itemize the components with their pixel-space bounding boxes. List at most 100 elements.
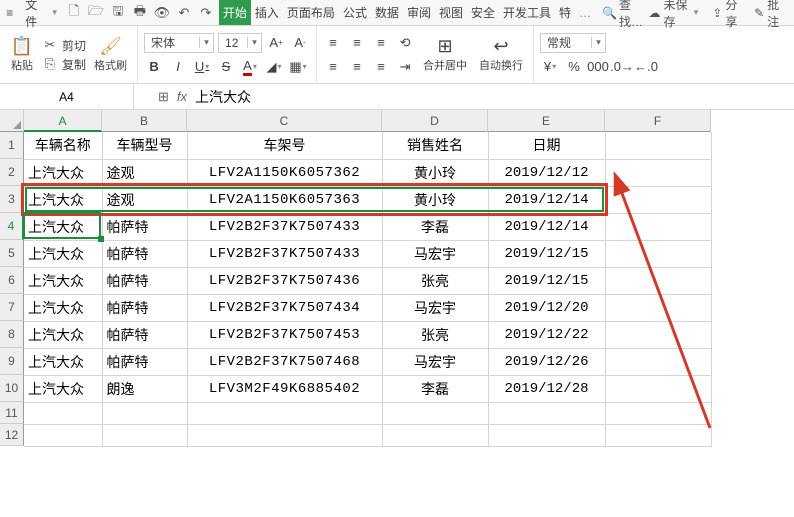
header-cell[interactable]: 日期 [488, 132, 605, 159]
row-header-11[interactable]: 11 [0, 402, 24, 424]
fx-dropdown-icon[interactable]: ⊞ [158, 89, 169, 105]
qat-print-icon[interactable]: 🖶 [131, 4, 149, 22]
cell[interactable]: 马宏宇 [382, 240, 488, 267]
cell[interactable]: 帕萨特 [102, 348, 187, 375]
cell[interactable] [488, 402, 605, 424]
cell[interactable]: LFV2B2F37K7507433 [187, 213, 382, 240]
cell[interactable]: LFV2B2F37K7507433 [187, 240, 382, 267]
cell[interactable]: 2019/12/22 [488, 321, 605, 348]
cell[interactable]: 2019/12/26 [488, 348, 605, 375]
cell[interactable]: 2019/12/20 [488, 294, 605, 321]
qat-open-icon[interactable]: 🗁 [87, 4, 105, 22]
header-cell[interactable]: 车架号 [187, 132, 382, 159]
unsaved-dropdown-icon[interactable]: ▾ [694, 7, 703, 18]
paste-button[interactable]: 📋 粘贴 [6, 35, 38, 75]
header-cell[interactable] [605, 132, 711, 159]
tab-insert[interactable]: 插入 [251, 0, 283, 25]
cell[interactable]: 上汽大众 [24, 348, 102, 375]
tab-data[interactable]: 数据 [371, 0, 403, 25]
increase-decimal-button[interactable]: .0→ [612, 57, 632, 77]
cell[interactable]: 途观 [102, 159, 187, 186]
cell[interactable]: 张亮 [382, 267, 488, 294]
cell[interactable]: 帕萨特 [102, 240, 187, 267]
qat-new-icon[interactable]: 🗋 [65, 4, 83, 22]
cell[interactable]: LFV2B2F37K7507453 [187, 321, 382, 348]
align-top-button[interactable]: ≡ [323, 33, 343, 53]
col-header-A[interactable]: A [24, 110, 102, 132]
cell[interactable] [605, 240, 711, 267]
row-header-2[interactable]: 2 [0, 159, 24, 186]
cell[interactable] [605, 375, 711, 402]
auto-wrap-button[interactable]: ↩ 自动换行 [475, 35, 527, 75]
shrink-font-button[interactable]: A- [290, 33, 310, 53]
cut-button[interactable]: ✂剪切 [42, 37, 86, 54]
cell[interactable]: 帕萨特 [102, 294, 187, 321]
cell[interactable]: 帕萨特 [102, 321, 187, 348]
cell[interactable]: 帕萨特 [102, 213, 187, 240]
cell[interactable] [488, 424, 605, 446]
cell[interactable]: 李磊 [382, 375, 488, 402]
cell[interactable]: 帕萨特 [102, 267, 187, 294]
row-header-1[interactable]: 1 [0, 132, 24, 159]
row-header-5[interactable]: 5 [0, 240, 24, 267]
cell[interactable]: 途观 [102, 186, 187, 213]
align-left-button[interactable]: ≡ [323, 57, 343, 77]
tab-home[interactable]: 开始 [219, 0, 251, 25]
italic-button[interactable]: I [168, 57, 188, 77]
cell[interactable]: 张亮 [382, 321, 488, 348]
cell[interactable] [24, 402, 102, 424]
formula-input[interactable]: 上汽大众 [195, 87, 251, 107]
cell[interactable]: 上汽大众 [24, 159, 102, 186]
cell[interactable] [605, 348, 711, 375]
cell[interactable]: LFV2B2F37K7507434 [187, 294, 382, 321]
select-all-corner[interactable] [0, 110, 24, 132]
align-bottom-button[interactable]: ≡ [371, 33, 391, 53]
sheet-table[interactable]: 车辆名称车辆型号车架号销售姓名日期上汽大众途观LFV2A1150K6057362… [24, 132, 712, 447]
qat-redo-icon[interactable]: ↷ [197, 4, 215, 22]
app-menu-icon[interactable]: ≡ [0, 6, 19, 20]
cell[interactable]: 2019/12/14 [488, 186, 605, 213]
name-box[interactable]: A4 [0, 84, 134, 109]
cell[interactable]: 2019/12/28 [488, 375, 605, 402]
tab-view[interactable]: 视图 [435, 0, 467, 25]
cell[interactable]: 上汽大众 [24, 240, 102, 267]
strike-button[interactable]: S [216, 57, 236, 77]
fx-icon[interactable]: fx [177, 89, 187, 104]
comment-button[interactable]: ✎ 批注 [754, 0, 786, 30]
cell[interactable] [605, 159, 711, 186]
cell[interactable]: 2019/12/12 [488, 159, 605, 186]
tab-extra[interactable]: 特 [555, 0, 575, 25]
cell[interactable]: 黄小玲 [382, 186, 488, 213]
cell[interactable]: 2019/12/14 [488, 213, 605, 240]
font-size-select[interactable]: 12▾ [218, 33, 262, 53]
cell[interactable]: 上汽大众 [24, 186, 102, 213]
cell[interactable]: 上汽大众 [24, 294, 102, 321]
qat-undo-icon[interactable]: ↶ [175, 4, 193, 22]
cell[interactable] [605, 294, 711, 321]
border-button[interactable]: ▦▾ [288, 57, 308, 77]
underline-button[interactable]: U▾ [192, 57, 212, 77]
cell[interactable] [102, 402, 187, 424]
currency-button[interactable]: ¥▾ [540, 57, 560, 77]
indent-button[interactable]: ⇥ [395, 57, 415, 77]
font-color-button[interactable]: A▾ [240, 57, 260, 77]
font-name-select[interactable]: 宋体▾ [144, 33, 214, 53]
qat-save-icon[interactable]: 🖫 [109, 4, 127, 22]
col-header-D[interactable]: D [382, 110, 488, 132]
cell[interactable]: 马宏宇 [382, 348, 488, 375]
cell[interactable]: 黄小玲 [382, 159, 488, 186]
cell[interactable]: 上汽大众 [24, 267, 102, 294]
cell[interactable]: LFV3M2F49K6885402 [187, 375, 382, 402]
qat-preview-icon[interactable]: 👁 [153, 4, 171, 22]
comma-button[interactable]: 000 [588, 57, 608, 77]
cell[interactable] [605, 213, 711, 240]
grow-font-button[interactable]: A+ [266, 33, 286, 53]
header-cell[interactable]: 车辆型号 [102, 132, 187, 159]
percent-button[interactable]: % [564, 57, 584, 77]
orientation-button[interactable]: ⟲ [395, 33, 415, 53]
col-header-B[interactable]: B [102, 110, 187, 132]
cell[interactable]: 马宏宇 [382, 294, 488, 321]
cell[interactable]: 上汽大众 [24, 375, 102, 402]
cell[interactable]: LFV2A1150K6057363 [187, 186, 382, 213]
cell[interactable] [382, 402, 488, 424]
